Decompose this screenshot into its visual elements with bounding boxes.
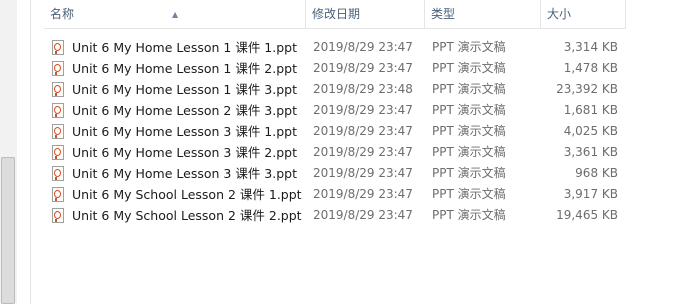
file-type: PPT 演示文稿 [432, 61, 506, 75]
file-row[interactable]: Unit 6 My Home Lesson 1 课件 3.ppt 2019/8/… [48, 79, 628, 100]
file-name: Unit 6 My School Lesson 2 课件 2.ppt [72, 208, 302, 223]
file-row[interactable]: Unit 6 My Home Lesson 3 课件 2.ppt 2019/8/… [48, 142, 628, 163]
column-header-name-label: 名称 [50, 7, 75, 21]
file-row[interactable]: Unit 6 My School Lesson 2 课件 2.ppt 2019/… [48, 205, 628, 226]
file-date: 2019/8/29 23:47 [313, 40, 413, 54]
file-type: PPT 演示文稿 [432, 166, 506, 180]
file-size: 23,392 KB [556, 82, 618, 96]
column-header-type[interactable]: 类型 [425, 0, 541, 28]
file-name: Unit 6 My Home Lesson 1 课件 1.ppt [72, 40, 297, 55]
ppt-file-icon [52, 103, 64, 118]
file-type: PPT 演示文稿 [432, 103, 506, 117]
column-header-bar: 名称 ▲ 修改日期 类型 大小 [44, 0, 626, 29]
sort-ascending-icon: ▲ [172, 10, 179, 19]
file-size: 4,025 KB [563, 124, 618, 138]
ppt-file-icon [52, 40, 64, 55]
file-name: Unit 6 My Home Lesson 1 课件 2.ppt [72, 61, 297, 76]
file-type: PPT 演示文稿 [432, 208, 506, 222]
file-type: PPT 演示文稿 [432, 145, 506, 159]
file-row[interactable]: Unit 6 My School Lesson 2 课件 1.ppt 2019/… [48, 184, 628, 205]
column-header-name[interactable]: 名称 ▲ [44, 0, 306, 28]
file-type: PPT 演示文稿 [432, 82, 506, 96]
file-name: Unit 6 My Home Lesson 2 课件 3.ppt [72, 103, 297, 118]
file-name: Unit 6 My School Lesson 2 课件 1.ppt [72, 187, 302, 202]
file-size: 3,917 KB [563, 187, 618, 201]
file-date: 2019/8/29 23:47 [313, 61, 413, 75]
right-edge [684, 0, 699, 304]
file-type: PPT 演示文稿 [432, 187, 506, 201]
file-type: PPT 演示文稿 [432, 124, 506, 138]
ppt-file-icon [52, 145, 64, 160]
ppt-file-icon [52, 208, 64, 223]
file-date: 2019/8/29 23:47 [313, 124, 413, 138]
file-name: Unit 6 My Home Lesson 3 课件 3.ppt [72, 166, 297, 181]
file-name: Unit 6 My Home Lesson 3 课件 1.ppt [72, 124, 297, 139]
file-name: Unit 6 My Home Lesson 3 课件 2.ppt [72, 145, 297, 160]
file-date: 2019/8/29 23:47 [313, 103, 413, 117]
file-size: 19,465 KB [556, 208, 618, 222]
file-date: 2019/8/29 23:47 [313, 145, 413, 159]
column-header-size[interactable]: 大小 [541, 0, 626, 28]
navigation-scrollbar-thumb[interactable] [1, 157, 15, 304]
column-header-date-label: 修改日期 [312, 7, 361, 21]
file-size: 1,478 KB [563, 61, 618, 75]
file-date: 2019/8/29 23:47 [313, 166, 413, 180]
column-header-type-label: 类型 [431, 7, 456, 21]
ppt-file-icon [52, 124, 64, 139]
file-date: 2019/8/29 23:48 [313, 82, 413, 96]
file-row[interactable]: Unit 6 My Home Lesson 1 课件 2.ppt 2019/8/… [48, 58, 628, 79]
ppt-file-icon [52, 187, 64, 202]
navigation-scrollbar[interactable] [0, 0, 17, 304]
file-row[interactable]: Unit 6 My Home Lesson 3 课件 3.ppt 2019/8/… [48, 163, 628, 184]
ppt-file-icon [52, 61, 64, 76]
file-size: 968 KB [575, 166, 618, 180]
file-size: 1,681 KB [563, 103, 618, 117]
file-type: PPT 演示文稿 [432, 40, 506, 54]
ppt-file-icon [52, 166, 64, 181]
file-name: Unit 6 My Home Lesson 1 课件 3.ppt [72, 82, 297, 97]
column-header-size-label: 大小 [547, 7, 572, 21]
file-size: 3,361 KB [563, 145, 618, 159]
file-row[interactable]: Unit 6 My Home Lesson 2 课件 3.ppt 2019/8/… [48, 100, 628, 121]
ppt-file-icon [52, 82, 64, 97]
navigation-pane [0, 0, 31, 304]
file-row[interactable]: Unit 6 My Home Lesson 3 课件 1.ppt 2019/8/… [48, 121, 628, 142]
file-size: 3,314 KB [563, 40, 618, 54]
column-header-date[interactable]: 修改日期 [306, 0, 425, 28]
file-date: 2019/8/29 23:47 [313, 208, 413, 222]
file-date: 2019/8/29 23:47 [313, 187, 413, 201]
file-row[interactable]: Unit 6 My Home Lesson 1 课件 1.ppt 2019/8/… [48, 37, 628, 58]
